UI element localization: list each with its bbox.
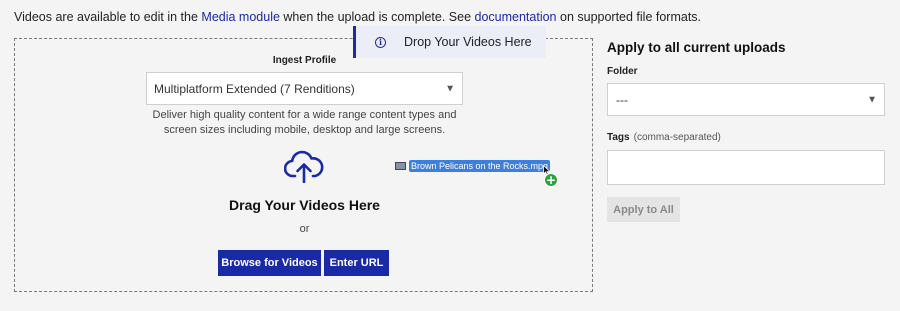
upload-notice: Videos are available to edit in the Medi…: [14, 10, 701, 24]
dragged-file-name: Brown Pelicans on the Rocks.mpg: [409, 160, 551, 172]
notice-prefix: Videos are available to edit in the: [14, 10, 202, 24]
copy-plus-icon: +: [544, 173, 558, 187]
media-module-link[interactable]: Media module: [201, 10, 280, 24]
tags-hint: (comma-separated): [633, 132, 721, 143]
cloud-upload-icon: [284, 150, 324, 183]
tags-label-text: Tags: [607, 132, 630, 143]
notice-suffix: on supported file formats.: [556, 10, 702, 24]
video-file-icon: [395, 162, 406, 170]
apply-to-all-button[interactable]: Apply to All: [607, 197, 680, 222]
video-dropzone[interactable]: Ingest Profile Multiplatform Extended (7…: [14, 38, 593, 292]
browse-videos-button[interactable]: Browse for Videos: [218, 250, 321, 276]
ingest-profile-value: Multiplatform Extended (7 Renditions): [154, 81, 355, 96]
tags-input[interactable]: [607, 150, 885, 185]
folder-select[interactable]: --- ▼: [607, 83, 885, 116]
ingest-profile-select[interactable]: Multiplatform Extended (7 Renditions) ▼: [146, 72, 463, 105]
apply-panel-title: Apply to all current uploads: [607, 40, 786, 55]
folder-label: Folder: [607, 66, 638, 77]
ingest-profile-description: Deliver high quality content for a wide …: [152, 109, 457, 136]
info-icon: i: [375, 36, 386, 48]
notice-middle: when the upload is complete. See: [279, 10, 475, 24]
dropdown-caret-icon: ▼: [445, 83, 455, 94]
drag-videos-title: Drag Your Videos Here: [229, 197, 380, 213]
or-divider-text: or: [299, 223, 310, 235]
drop-hint-toast: i Drop Your Videos Here: [353, 26, 546, 58]
dragged-file-ghost: Brown Pelicans on the Rocks.mpg: [395, 160, 551, 172]
enter-url-button[interactable]: Enter URL: [324, 250, 389, 276]
documentation-link[interactable]: documentation: [475, 10, 557, 24]
drop-hint-text: Drop Your Videos Here: [404, 35, 532, 49]
dropdown-caret-icon: ▼: [867, 94, 877, 105]
tags-label: Tags (comma-separated): [607, 132, 721, 143]
folder-value: ---: [616, 92, 628, 107]
